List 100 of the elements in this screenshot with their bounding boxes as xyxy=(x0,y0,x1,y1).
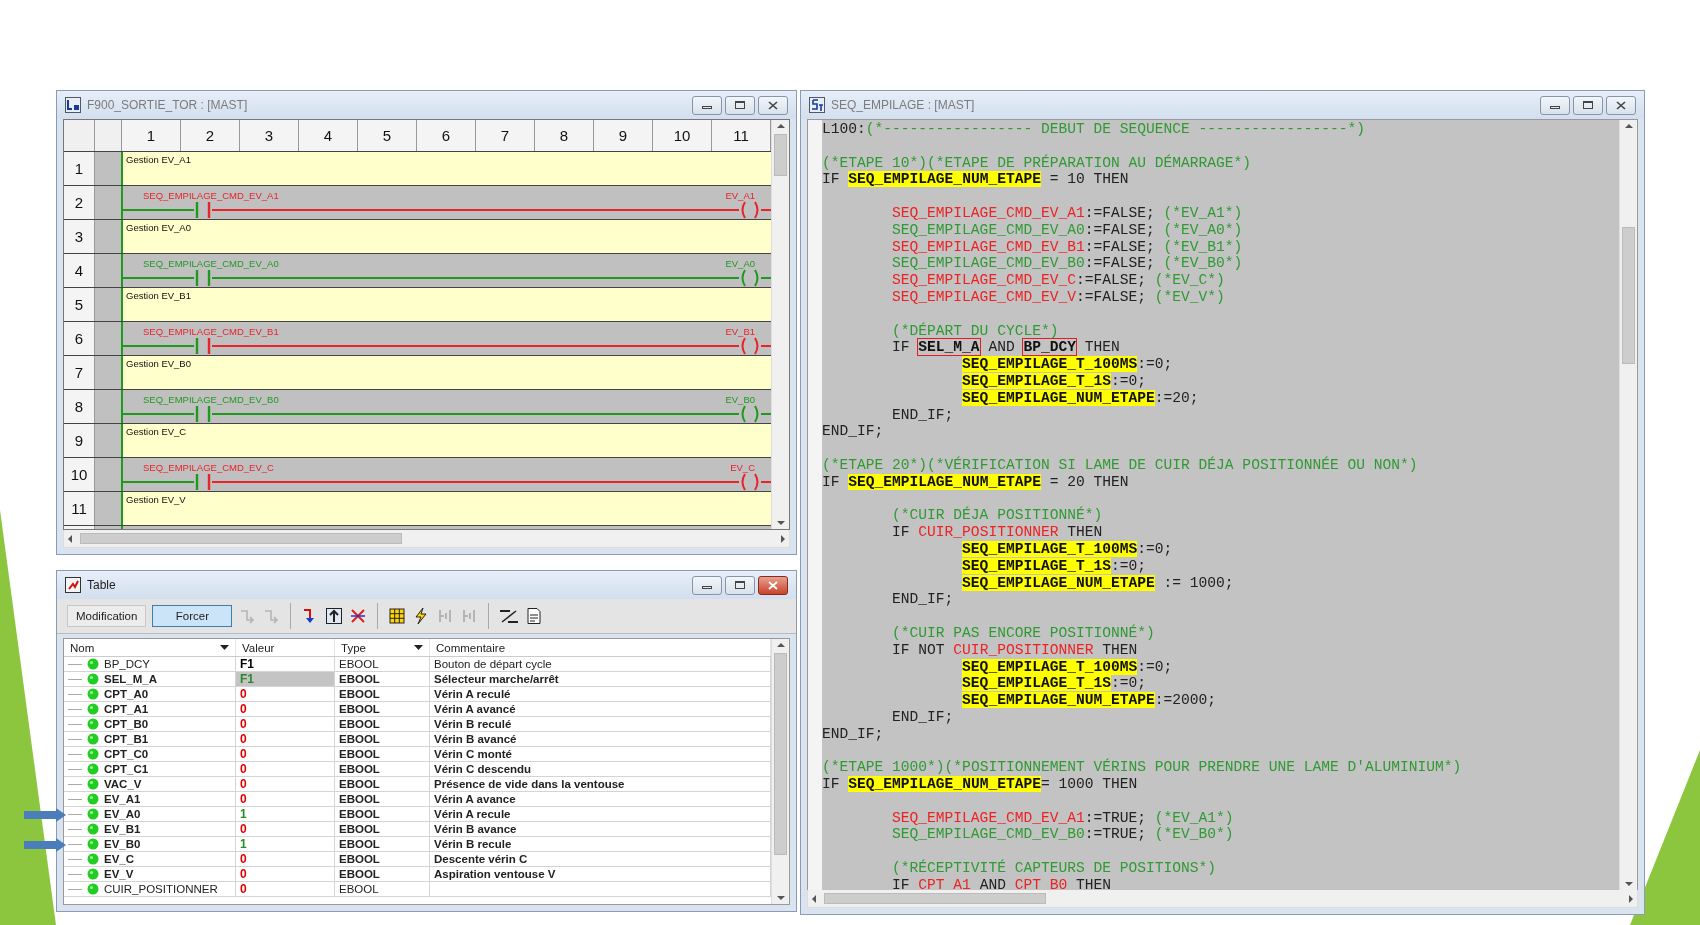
vertical-scrollbar[interactable] xyxy=(1619,120,1637,890)
value-cell: 0 xyxy=(236,747,335,761)
maximize-button[interactable] xyxy=(725,575,755,595)
code-line: SEQ_EMPILAGE_CMD_EV_A1:=TRUE; (*EV_A1*) xyxy=(891,809,1235,827)
type-cell: EBOOL xyxy=(335,837,430,851)
rung-comment: Gestion EV_B0 xyxy=(123,356,771,389)
column-header: 4 xyxy=(299,120,358,151)
variable-name: CPT_B0 xyxy=(104,717,149,731)
coil-label: EV_A1 xyxy=(725,190,755,201)
code-line: SEQ_EMPILAGE_CMD_EV_B1:=FALSE; (*EV_B1*) xyxy=(891,238,1244,256)
horizontal-scrollbar[interactable] xyxy=(63,530,790,548)
margin-column xyxy=(95,288,123,321)
column-header[interactable]: Valeur xyxy=(236,639,335,656)
led-icon xyxy=(87,658,99,670)
caret-icon[interactable] xyxy=(220,645,229,650)
mode-button[interactable]: Modification xyxy=(67,605,147,627)
margin-column xyxy=(95,356,123,389)
horizontal-scrollbar[interactable] xyxy=(807,890,1638,908)
led-icon xyxy=(87,688,99,700)
variable-name: EV_A0 xyxy=(104,807,141,821)
code-line: (*DÉPART DU CYCLE*) xyxy=(891,322,1060,340)
caret-icon[interactable] xyxy=(414,645,423,650)
variable-name: CUIR_POSITIONNER xyxy=(104,882,218,896)
variable-name: CPT_C0 xyxy=(104,747,149,761)
document-icon[interactable] xyxy=(525,607,544,625)
minimize-button[interactable] xyxy=(692,575,722,595)
arrow-up-icon[interactable] xyxy=(325,607,344,625)
row-number: 10 xyxy=(64,458,95,491)
column-label: Valeur xyxy=(242,641,275,654)
line-icon[interactable] xyxy=(499,607,520,625)
cross-icon[interactable] xyxy=(349,607,368,625)
type-cell: EBOOL xyxy=(335,792,430,806)
close-button[interactable] xyxy=(758,575,788,595)
led-icon xyxy=(87,748,99,760)
code-line: END_IF; xyxy=(891,591,955,609)
code-line: END_IF; xyxy=(891,708,955,726)
type-cell: EBOOL xyxy=(335,747,430,761)
type-cell: EBOOL xyxy=(335,777,430,791)
variable-name: VAC_V xyxy=(104,777,142,791)
rung-comment: Gestion EV_A0 xyxy=(123,220,771,253)
value-cell: 1 xyxy=(236,807,335,821)
led-icon xyxy=(87,703,99,715)
variable-name: CPT_B1 xyxy=(104,732,149,746)
code-line: END_IF; xyxy=(891,406,955,424)
code-line: SEQ_EMPILAGE_CMD_EV_A0:=FALSE; (*EV_A0*) xyxy=(891,221,1244,239)
margin-column xyxy=(95,220,123,253)
app-icon xyxy=(809,97,825,113)
close-button[interactable] xyxy=(758,95,788,115)
value-cell: 0 xyxy=(236,687,335,701)
minimize-button[interactable] xyxy=(692,95,722,115)
value-cell: F1 xyxy=(236,657,335,671)
mode-button[interactable]: Forcer xyxy=(152,605,233,627)
led-icon xyxy=(87,763,99,775)
value-cell: 0 xyxy=(236,882,335,896)
column-label: Type xyxy=(341,641,366,654)
column-header: 8 xyxy=(535,120,594,151)
vertical-scrollbar[interactable] xyxy=(771,120,789,529)
column-header: 9 xyxy=(594,120,653,151)
close-icon xyxy=(1616,100,1626,110)
code-line: (*RÉCEPTIVITÉ CAPTEURS DE POSITIONS*) xyxy=(891,860,1218,877)
led-icon xyxy=(87,778,99,790)
row-number: 6 xyxy=(64,322,95,355)
column-header[interactable]: Nom xyxy=(64,639,236,656)
row-number: 2 xyxy=(64,186,95,219)
window-title: Table xyxy=(87,578,116,592)
maximize-button[interactable] xyxy=(725,95,755,115)
coil-label: EV_A0 xyxy=(725,258,755,269)
vertical-scrollbar[interactable] xyxy=(771,639,789,904)
grid-icon[interactable] xyxy=(388,607,407,625)
contact-label: SEQ_EMPILAGE_CMD_EV_B0 xyxy=(143,394,279,405)
code-line: (*ETAPE 10*)(*ETAPE DE PRÉPARATION AU DÉMARRAGE*) xyxy=(822,154,1253,172)
app-icon xyxy=(65,577,81,593)
type-cell: EBOOL xyxy=(335,702,430,716)
type-cell: EBOOL xyxy=(335,717,430,731)
minimize-button[interactable] xyxy=(1540,95,1570,115)
rung-comment: Gestion EV_C xyxy=(123,424,771,457)
code-line: (*ETAPE 1000*)(*POSITIONNEMENT VÉRINS POUR PRENDRE UNE LAME D'ALUMINIUM*) xyxy=(822,759,1463,777)
row-number: 1 xyxy=(64,152,95,185)
column-header: 5 xyxy=(358,120,417,151)
led-icon xyxy=(87,853,99,865)
column-header: 1 xyxy=(122,120,181,151)
coil-label: EV_C xyxy=(730,462,755,473)
led-icon xyxy=(87,808,99,820)
rung-comment: Gestion EV_A1 xyxy=(123,152,771,185)
row-number: 11 xyxy=(64,492,95,525)
column-header: 11 xyxy=(712,120,771,151)
value-cell: 0 xyxy=(236,717,335,731)
variable-name: CPT_A1 xyxy=(104,702,149,716)
value-cell: 1 xyxy=(236,837,335,851)
value-cell: 0 xyxy=(236,762,335,776)
column-header[interactable]: Type xyxy=(335,639,430,656)
code-line: END_IF; xyxy=(822,725,885,743)
led-icon xyxy=(87,823,99,835)
coil-label: EV_B1 xyxy=(725,326,755,337)
led-icon xyxy=(87,733,99,745)
maximize-button[interactable] xyxy=(1573,95,1603,115)
close-button[interactable] xyxy=(1606,95,1636,115)
rung-comment: Gestion EV_V xyxy=(123,492,771,525)
column-header: 3 xyxy=(240,120,299,151)
value-cell: 0 xyxy=(236,867,335,881)
